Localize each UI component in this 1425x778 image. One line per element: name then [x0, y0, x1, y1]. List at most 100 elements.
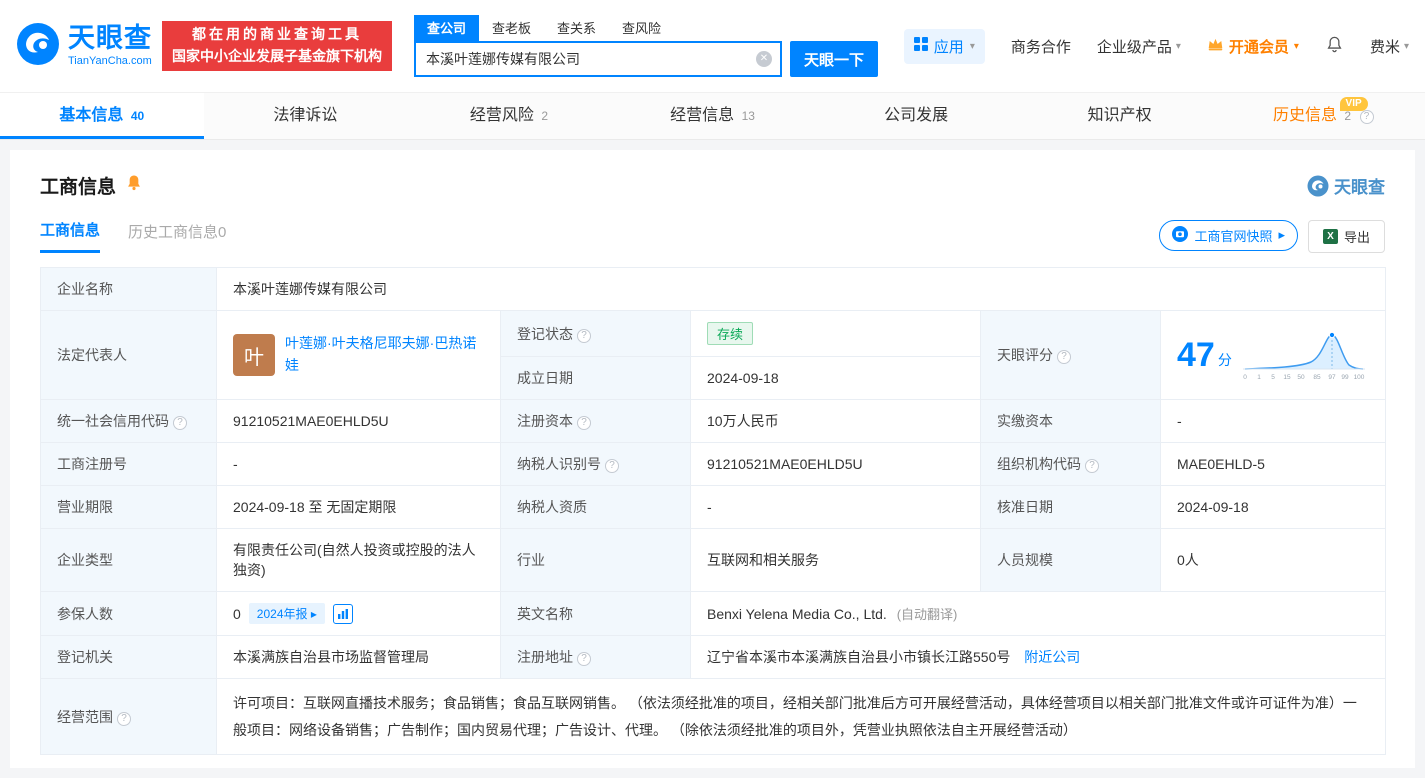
subtab-history-business-info[interactable]: 历史工商信息0 — [128, 221, 226, 252]
official-snapshot-button[interactable]: 工商官网快照 ▸ — [1159, 219, 1298, 251]
table-row: 参保人数 0 2024年报 ▸ 英文名称 Benxi Yelena Media … — [40, 591, 1387, 636]
watermark-text: 天眼查 — [1334, 178, 1385, 197]
nav-cooperation[interactable]: 商务合作 — [1011, 36, 1071, 57]
help-icon[interactable]: ? — [173, 416, 187, 430]
svg-text:50: 50 — [1297, 374, 1305, 381]
field-label: 组织机构代码? — [980, 442, 1161, 486]
tab-count: 40 — [130, 109, 145, 123]
nav-enterprise-products[interactable]: 企业级产品 ▾ — [1097, 36, 1181, 57]
svg-text:100: 100 — [1354, 374, 1365, 381]
paid-capital-value: - — [1159, 399, 1387, 443]
svg-text:1: 1 — [1257, 374, 1261, 381]
tab-count: 2 — [541, 109, 549, 123]
svg-text:99: 99 — [1341, 374, 1349, 381]
svg-text:97: 97 — [1328, 374, 1336, 381]
search-tab-company[interactable]: 查公司 — [414, 15, 480, 41]
apps-menu[interactable]: 应用 ▾ — [903, 28, 985, 64]
approval-date-value: 2024-09-18 — [1159, 485, 1387, 529]
search-tab-risk[interactable]: 查风险 — [609, 15, 674, 41]
english-name-cell: Benxi Yelena Media Co., Ltd. (自动翻译) — [689, 591, 1387, 636]
clear-search-icon[interactable]: ✕ — [756, 51, 772, 67]
table-row: 登记机关 本溪满族自治县市场监督管理局 注册地址? 辽宁省本溪市本溪满族自治县小… — [40, 635, 1387, 679]
address-cell: 辽宁省本溪市本溪满族自治县小市镇长江路550号 附近公司 — [689, 635, 1387, 679]
table-row: 企业类型 有限责任公司(自然人投资或控股的法人独资) 行业 互联网和相关服务 人… — [40, 528, 1387, 592]
subscribe-bell-icon[interactable] — [124, 173, 144, 198]
business-term-value: 2024-09-18 至 无固定期限 — [216, 485, 501, 529]
notification-bell-icon[interactable] — [1325, 35, 1344, 58]
tab-history-info[interactable]: VIP 历史信息 2 ? — [1221, 93, 1425, 139]
tab-basic-info[interactable]: 基本信息 40 — [0, 93, 204, 139]
search-tab-boss[interactable]: 查老板 — [479, 15, 544, 41]
chevron-down-icon: ▾ — [969, 40, 975, 52]
tab-operating-info[interactable]: 经营信息 13 — [611, 93, 815, 139]
field-label-text: 组织机构代码 — [997, 456, 1081, 472]
chevron-down-icon: ▾ — [1175, 40, 1181, 52]
field-label: 行业 — [500, 528, 691, 592]
score-value: 47 — [1177, 336, 1215, 374]
legal-rep-cell: 叶 叶莲娜·叶夫格尼耶夫娜·巴热诺娃 — [216, 310, 501, 400]
field-label-text: 纳税人识别号 — [517, 456, 601, 472]
legal-rep-link[interactable]: 叶莲娜·叶夫格尼耶夫娜·巴热诺娃 — [285, 333, 484, 376]
tab-label: 基本信息 — [59, 107, 124, 124]
tianyancha-logo-icon — [16, 22, 60, 71]
field-label: 天眼评分? — [980, 310, 1161, 400]
export-button[interactable]: X 导出 — [1307, 219, 1385, 253]
credit-code-value: 91210521MAE0EHLD5U — [216, 399, 501, 443]
tab-label: 经营信息 — [670, 107, 735, 124]
tab-operating-risk[interactable]: 经营风险 2 — [407, 93, 611, 139]
nav-open-vip[interactable]: 开通会员 ▾ — [1207, 36, 1299, 57]
brand-domain: TianYanCha.com — [68, 55, 152, 67]
field-label: 营业期限 — [40, 485, 217, 529]
field-label: 统一社会信用代码? — [40, 399, 217, 443]
nav-user-menu[interactable]: 费米 ▾ — [1370, 36, 1409, 57]
watermark-logo: 天眼查 — [1307, 173, 1385, 198]
search-button[interactable]: 天眼一下 — [790, 41, 878, 77]
insured-trend-icon[interactable] — [332, 603, 353, 624]
tab-legal-proceedings[interactable]: 法律诉讼 — [204, 93, 408, 139]
help-icon[interactable]: ? — [577, 328, 591, 343]
field-label-text: 注册资本 — [517, 413, 573, 429]
help-icon[interactable]: ? — [577, 652, 591, 666]
tab-intellectual-property[interactable]: 知识产权 — [1018, 93, 1222, 139]
legal-rep-avatar[interactable]: 叶 — [233, 334, 275, 376]
brand-name: 天眼查 — [68, 23, 152, 53]
reg-number-value: - — [216, 442, 501, 486]
help-icon[interactable]: ? — [1085, 459, 1099, 473]
company-name-value: 本溪叶莲娜传媒有限公司 — [215, 267, 1387, 311]
nearby-companies-link[interactable]: 附近公司 — [1024, 649, 1080, 665]
search-tab-relation[interactable]: 查关系 — [544, 15, 609, 41]
table-row: 营业期限 2024-09-18 至 无固定期限 纳税人资质 - 核准日期 202… — [40, 485, 1387, 529]
reg-capital-value: 10万人民币 — [690, 399, 981, 443]
annual-report-tag[interactable]: 2024年报 ▸ — [248, 603, 325, 624]
slogan-banner: 都在用的商业查询工具 国家中小企业发展子基金旗下机构 — [162, 21, 392, 71]
field-label: 注册资本? — [500, 399, 691, 443]
field-label: 参保人数 — [40, 591, 217, 636]
search-input[interactable] — [414, 41, 782, 77]
snapshot-label: 工商官网快照 — [1194, 228, 1273, 244]
help-icon[interactable]: ? — [117, 711, 131, 726]
arrow-right-icon: ▸ — [1278, 227, 1285, 242]
help-icon[interactable]: ? — [1359, 110, 1374, 124]
vip-badge: VIP — [1339, 97, 1368, 111]
field-label: 企业名称 — [40, 267, 217, 311]
table-row: 工商注册号 - 纳税人识别号? 91210521MAE0EHLD5U 组织机构代… — [40, 442, 1387, 486]
score-distribution-chart: 0 1 5 15 50 85 97 99 100 — [1243, 331, 1366, 381]
field-label: 成立日期 — [500, 356, 691, 400]
tab-company-development[interactable]: 公司发展 — [814, 93, 1018, 139]
search-tabs: 查公司 查老板 查关系 查风险 — [414, 15, 878, 41]
field-label-text: 注册地址 — [517, 649, 573, 665]
field-label: 核准日期 — [980, 485, 1161, 529]
svg-text:15: 15 — [1283, 374, 1291, 381]
address-value: 辽宁省本溪市本溪满族自治县小市镇长江路550号 — [707, 649, 1011, 665]
field-label: 注册地址? — [500, 635, 691, 679]
subtab-business-info[interactable]: 工商信息 — [40, 219, 101, 253]
help-icon[interactable]: ? — [1057, 350, 1071, 364]
search-area: 查公司 查老板 查关系 查风险 ✕ 天眼一下 — [414, 15, 878, 77]
insured-value: 0 — [233, 605, 241, 622]
help-icon[interactable]: ? — [605, 459, 619, 473]
vip-label: 开通会员 — [1228, 38, 1289, 56]
business-info-table: 企业名称 本溪叶莲娜传媒有限公司 法定代表人 叶 叶莲娜·叶夫格尼耶夫娜·巴热诺… — [40, 267, 1387, 756]
status-badge: 存续 — [707, 322, 754, 345]
tianyancha-logo[interactable]: 天眼查 TianYanCha.com — [16, 22, 152, 71]
help-icon[interactable]: ? — [577, 416, 591, 430]
